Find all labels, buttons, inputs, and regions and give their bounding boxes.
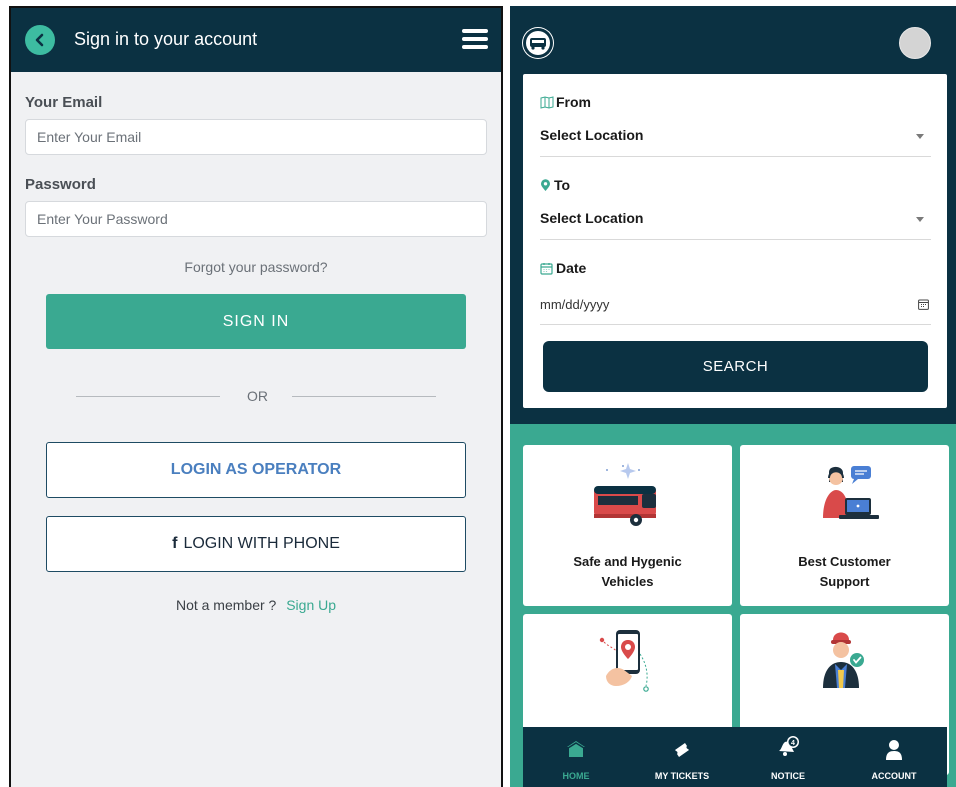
feature-title-line2: Support [819, 574, 870, 589]
feature-title-line1: Safe and Hygenic [573, 554, 682, 569]
login-as-operator-label: LOGIN AS OPERATOR [170, 461, 342, 478]
login-as-operator-button[interactable]: LOGIN AS OPERATOR [46, 442, 466, 498]
location-pin-icon [541, 179, 550, 191]
from-divider [540, 156, 931, 157]
to-divider [540, 239, 931, 240]
nav-home-label: HOME [562, 771, 590, 781]
divider-right [292, 396, 436, 397]
sign-up-link[interactable]: Sign Up [286, 597, 336, 613]
feature-title-line2: Vehicles [601, 574, 654, 589]
to-label: To [554, 177, 571, 193]
bus-illustration-icon [594, 463, 656, 526]
sign-in-button[interactable]: SIGN IN [46, 294, 466, 349]
login-with-phone-label: LOGIN WITH PHONE [183, 535, 340, 552]
password-label: Password [25, 176, 96, 193]
feature-card-safe-vehicles: Safe and Hygenic Vehicles [523, 445, 732, 606]
driver-illustration-icon [823, 632, 864, 688]
password-field[interactable]: Enter Your Password [25, 201, 487, 237]
nav-notice[interactable]: 4 NOTICE [735, 727, 841, 787]
from-chevron-down-icon[interactable] [916, 134, 924, 139]
notice-badge: 4 [791, 740, 795, 747]
to-row: To [540, 177, 570, 193]
support-agent-illustration-icon [823, 466, 879, 519]
avatar[interactable] [899, 27, 931, 59]
bus-logo-icon[interactable] [522, 27, 554, 59]
to-select[interactable]: Select Location [540, 210, 643, 226]
to-chevron-down-icon[interactable] [916, 217, 924, 222]
calendar-icon [540, 263, 553, 275]
facebook-icon: f [172, 535, 178, 552]
nav-account[interactable]: ACCOUNT [841, 727, 947, 787]
search-panel: From Select Location To Select Location … [510, 6, 956, 787]
not-member-text: Not a member ? [175, 597, 277, 613]
not-member-row: Not a member ? Sign Up [11, 597, 501, 613]
from-select[interactable]: Select Location [540, 127, 643, 143]
search-card: From Select Location To Select Location … [523, 74, 947, 408]
email-field[interactable]: Enter Your Email [25, 119, 487, 155]
back-button[interactable] [25, 25, 55, 55]
email-label: Your Email [25, 94, 103, 111]
ticket-icon [675, 743, 689, 757]
feature-text-support: Best Customer Support [740, 552, 949, 592]
divider-left [76, 396, 220, 397]
feature-text-safe-vehicles: Safe and Hygenic Vehicles [523, 552, 732, 592]
map-icon [540, 96, 554, 109]
bottom-navigation: HOME MY TICKETS 4 NOTICE ACCOUNT [523, 727, 947, 787]
nav-notice-label: NOTICE [770, 771, 805, 781]
hamburger-menu-icon[interactable] [462, 29, 488, 51]
date-row: Date [540, 260, 586, 276]
home-icon [567, 741, 585, 757]
back-chevron-icon [35, 33, 44, 47]
nav-account-label: ACCOUNT [871, 771, 917, 781]
feature-title-line1: Best Customer [798, 554, 891, 569]
date-divider [540, 324, 931, 325]
nav-home[interactable]: HOME [523, 727, 629, 787]
nav-my-tickets[interactable]: MY TICKETS [629, 727, 735, 787]
date-input[interactable]: mm/dd/yyyy [540, 297, 609, 312]
nav-my-tickets-label: MY TICKETS [654, 771, 710, 781]
phone-tracking-illustration-icon [599, 630, 649, 692]
from-label: From [556, 94, 591, 110]
user-icon [886, 740, 902, 760]
search-button[interactable]: SEARCH [543, 341, 928, 392]
bell-icon: 4 [779, 736, 799, 756]
date-label: Date [556, 260, 587, 276]
or-text: OR [247, 388, 268, 404]
feature-card-support: Best Customer Support [740, 445, 949, 606]
forgot-password-link[interactable]: Forgot your password? [11, 259, 501, 275]
top-bar: Sign in to your account [11, 8, 501, 72]
login-with-phone-button[interactable]: f LOGIN WITH PHONE [46, 516, 466, 572]
date-picker-icon[interactable] [918, 299, 929, 310]
sign-in-panel: Sign in to your account Your Email Enter… [9, 6, 503, 787]
page-title: Sign in to your account [74, 29, 258, 49]
from-row: From [540, 94, 591, 110]
